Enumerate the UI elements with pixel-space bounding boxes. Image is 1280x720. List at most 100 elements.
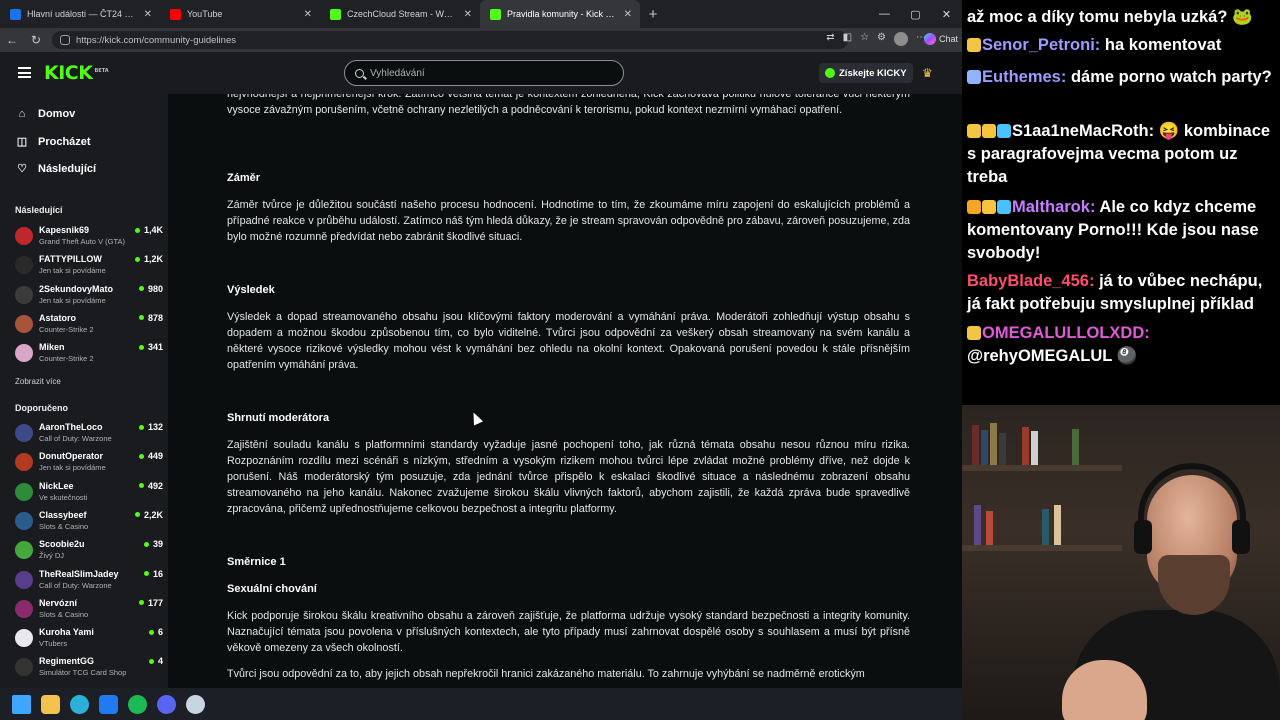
channel-item[interactable]: Nervózní Slots & Casino 177: [15, 597, 163, 625]
channel-name: Nervózní: [39, 597, 78, 608]
viewer-count-text: 449: [147, 451, 163, 462]
channel-name: FATTYPILLOW: [39, 254, 102, 265]
avatar: [15, 453, 33, 472]
tab-favicon-icon: [170, 8, 181, 20]
reload-icon[interactable]: ↻: [24, 33, 48, 47]
steam-icon[interactable]: [186, 694, 205, 714]
copilot-chat-button[interactable]: Chat: [923, 33, 958, 45]
tab-title: YouTube: [187, 9, 223, 19]
messenger-icon[interactable]: [99, 694, 118, 714]
avatar: [15, 344, 33, 363]
channel-item[interactable]: Kapesnik69 Grand Theft Auto V (GTA) 1,4K: [15, 224, 163, 252]
search-input[interactable]: Vyhledávání: [344, 60, 624, 86]
viewer-count-text: 878: [147, 312, 163, 323]
kick-logo[interactable]: KICK BETA: [44, 62, 109, 84]
sexualni-paragraph: Kick podporuje širokou škálu kreativního…: [227, 610, 910, 654]
browser-window: Hlavní události — ČT24 — Česká televize ✕…: [0, 0, 962, 688]
channel-item[interactable]: NickLee Ve skutečnosti 492: [15, 480, 163, 508]
translate-icon[interactable]: ⇄: [826, 32, 834, 46]
extensions-icon[interactable]: ⚙: [877, 32, 886, 46]
channel-item[interactable]: Astatoro Counter-Strike 2 878: [15, 312, 163, 340]
browser-tab[interactable]: Pravidla komunity - Kick Streaming ✕: [480, 0, 640, 28]
minimize-icon[interactable]: —: [869, 0, 900, 28]
edge-browser-icon[interactable]: [70, 694, 89, 714]
heading-smernice-1: Směrnice 1: [227, 556, 286, 568]
chat-text: ha komentovat: [1104, 36, 1222, 54]
browser-tab[interactable]: CzechCloud Stream - Watch Live on Kick ✕: [320, 0, 480, 28]
tab-title: Hlavní události — ČT24 — Česká televize: [27, 9, 138, 19]
chat-badge-icon: [997, 124, 1011, 138]
channel-item[interactable]: Scoobie2u Živý DJ 39: [15, 538, 163, 566]
maximize-icon[interactable]: ▢: [900, 0, 931, 28]
avatar: [15, 285, 33, 304]
close-tab-icon[interactable]: ✕: [464, 9, 472, 20]
channel-item[interactable]: FATTYPILLOW Jen tak si povídáme 1,2K: [15, 253, 163, 281]
sidebar-nav-browse[interactable]: ◫ Procházet: [16, 135, 91, 149]
user-avatar-icon[interactable]: ♛: [922, 66, 933, 80]
profile-avatar[interactable]: [894, 32, 908, 46]
tab-title: Pravidla komunity - Kick Streaming: [507, 9, 618, 19]
headset-ear-left: [1134, 520, 1152, 554]
close-tab-icon[interactable]: ✕: [304, 9, 312, 20]
channel-category: Grand Theft Auto V (GTA): [39, 237, 126, 246]
following-section-title: Následující: [15, 205, 63, 215]
viewer-count: 4: [148, 656, 163, 666]
spotify-icon[interactable]: [128, 694, 147, 714]
menu-icon[interactable]: [18, 67, 31, 78]
search-icon: [355, 68, 364, 78]
window-controls: — ▢ ✕: [869, 0, 962, 28]
channel-item[interactable]: Kuroha Yami VTubers 6: [15, 626, 163, 654]
chat-message: BabyBlade_456: já to vůbec nechápu, já f…: [967, 270, 1275, 316]
sidebar-nav-home[interactable]: ⌂ Domov: [16, 108, 76, 120]
channel-category: Jen tak si povídáme: [39, 295, 106, 305]
channel-item[interactable]: TheRealSlimJadey Call of Duty: Warzone 16: [15, 568, 163, 596]
show-more-link[interactable]: Zobrazit více: [15, 377, 61, 386]
browser-tab[interactable]: YouTube ✕: [160, 0, 320, 28]
channel-item[interactable]: AaronTheLoco Call of Duty: Warzone 132: [15, 421, 163, 449]
channel-item[interactable]: DonutOperator Jen tak si povídáme 449: [15, 450, 163, 478]
streamer-beard: [1158, 555, 1230, 615]
channel-name: 2SekundovyMato: [39, 283, 114, 294]
viewer-count: 2,2K: [134, 510, 163, 520]
discord-icon[interactable]: [157, 694, 176, 714]
book: [972, 425, 979, 465]
channel-item[interactable]: RegimentGG Simulátor TCG Card Shop 4: [15, 655, 163, 683]
close-tab-icon[interactable]: ✕: [624, 9, 632, 20]
address-bar[interactable]: https://kick.com/community-guidelines: [52, 31, 848, 49]
close-window-icon[interactable]: ✕: [931, 0, 962, 28]
back-icon[interactable]: ←: [0, 33, 24, 47]
book: [1022, 427, 1029, 465]
windows-start-icon[interactable]: [12, 694, 31, 714]
chat-username: OMEGALULLOLXDD: [982, 324, 1145, 342]
viewer-count: 132: [138, 422, 163, 432]
new-tab-button[interactable]: +: [640, 0, 666, 28]
headset-ear-right: [1232, 520, 1250, 554]
heading-zamer: Záměr: [227, 172, 261, 184]
book: [1072, 429, 1079, 465]
favorite-star-icon[interactable]: ☆: [860, 32, 869, 46]
channel-item[interactable]: 2SekundovyMato Jen tak si povídáme 980: [15, 283, 163, 311]
sidebar-nav-following[interactable]: ♡ Následující: [16, 162, 96, 176]
close-tab-icon[interactable]: ✕: [144, 9, 152, 20]
get-kicky-button[interactable]: Získejte KICKY: [819, 63, 913, 83]
browser-tab[interactable]: Hlavní události — ČT24 — Česká televize ✕: [0, 0, 160, 28]
reader-icon[interactable]: ◧: [843, 32, 852, 46]
avatar: [15, 511, 33, 530]
channel-item[interactable]: Miken Counter-Strike 2 341: [15, 341, 163, 369]
viewer-count-text: 980: [147, 283, 163, 294]
file-explorer-icon[interactable]: [41, 694, 60, 714]
live-dot-icon: [148, 658, 154, 664]
live-dot-icon: [138, 315, 144, 321]
channel-category: Call of Duty: Warzone: [39, 580, 112, 590]
avatar: [15, 570, 33, 589]
book: [986, 511, 993, 545]
copilot-icon: [923, 33, 936, 45]
chat-badge-icon: [967, 70, 981, 84]
site-info-icon[interactable]: [60, 35, 70, 45]
live-dot-icon: [138, 483, 144, 489]
chat-message: Euthemes: dáme porno watch party?: [967, 66, 1275, 89]
channel-name: AaronTheLoco: [39, 422, 103, 432]
channel-item[interactable]: Classybeef Slots & Casino 2,2K: [15, 509, 163, 537]
channel-name: Kuroha Yami: [39, 627, 94, 638]
chat-text: až moc a díky tomu nebyla uzká? 🐸: [967, 8, 1253, 26]
